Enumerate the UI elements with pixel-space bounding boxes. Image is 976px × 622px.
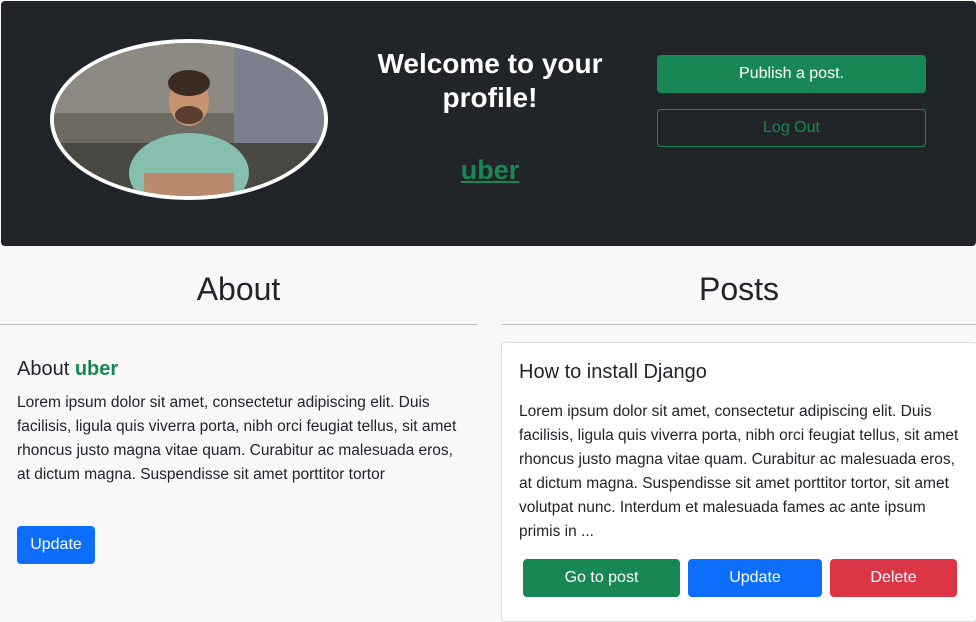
post-card: How to install Django Lorem ipsum dolor … xyxy=(501,342,976,622)
about-heading: About uber xyxy=(17,358,118,381)
go-to-post-button[interactable]: Go to post xyxy=(523,559,680,597)
publish-post-button[interactable]: Publish a post. xyxy=(657,55,926,93)
profile-header: Welcome to your profile! uber Publish a … xyxy=(1,1,976,246)
delete-post-button[interactable]: Delete xyxy=(830,559,957,597)
post-title: How to install Django xyxy=(519,361,707,383)
about-divider xyxy=(0,324,477,325)
post-excerpt: Lorem ipsum dolor sit amet, consectetur … xyxy=(519,403,959,540)
posts-section-title: Posts xyxy=(698,271,780,307)
about-heading-prefix: About xyxy=(17,358,75,380)
update-post-button[interactable]: Update xyxy=(688,559,822,597)
logout-button[interactable]: Log Out xyxy=(657,109,926,147)
posts-divider xyxy=(502,324,976,325)
welcome-heading: Welcome to your profile! xyxy=(377,48,603,113)
about-text: Lorem ipsum dolor sit amet, consectetur … xyxy=(17,394,457,483)
about-username: uber xyxy=(74,358,119,380)
username-link[interactable]: uber xyxy=(381,155,599,186)
profile-avatar xyxy=(50,39,328,200)
about-section-title: About xyxy=(196,271,281,307)
update-about-button[interactable]: Update xyxy=(17,526,95,564)
avatar-photo xyxy=(54,43,324,196)
